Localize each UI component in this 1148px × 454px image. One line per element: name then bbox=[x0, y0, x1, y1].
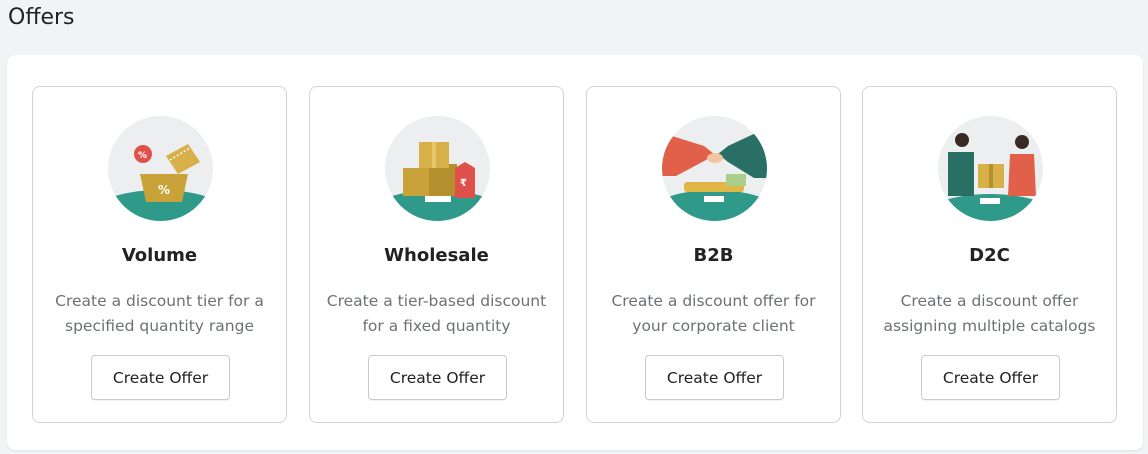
card-description-line: Create a discount offer bbox=[900, 292, 1079, 310]
offers-panel: % % Volume Create a discount tier for a … bbox=[7, 55, 1143, 450]
create-offer-button-volume[interactable]: Create Offer bbox=[91, 355, 230, 400]
card-description-line: Create a tier-based discount bbox=[326, 292, 547, 310]
card-description: Create a discount offer assigning multip… bbox=[877, 289, 1102, 339]
card-description-line: assigning multiple catalogs bbox=[883, 317, 1096, 335]
d2c-illustration-icon bbox=[938, 116, 1043, 221]
card-title: Wholesale bbox=[384, 245, 489, 266]
offer-card-d2c: D2C Create a discount offer assigning mu… bbox=[862, 86, 1117, 423]
offer-card-b2b: B2B Create a discount offer for your cor… bbox=[586, 86, 841, 423]
page-title: Offers bbox=[8, 5, 75, 30]
create-offer-button-d2c[interactable]: Create Offer bbox=[921, 355, 1060, 400]
offer-card-wholesale: ₹ Wholesale Create a tier-based discount… bbox=[309, 86, 564, 423]
create-offer-button-wholesale[interactable]: Create Offer bbox=[368, 355, 507, 400]
create-offer-button-b2b[interactable]: Create Offer bbox=[645, 355, 784, 400]
card-description-line: your corporate client bbox=[632, 317, 795, 335]
card-description: Create a tier-based discount for a fixed… bbox=[324, 289, 549, 339]
svg-text:₹: ₹ bbox=[460, 178, 467, 189]
card-description-line: Create a discount tier for a bbox=[55, 292, 264, 310]
card-description-line: for a fixed quantity bbox=[362, 317, 511, 335]
card-title: B2B bbox=[693, 245, 734, 266]
svg-text:%: % bbox=[138, 151, 147, 161]
card-description: Create a discount offer for your corpora… bbox=[601, 289, 826, 339]
card-description-line: specified quantity range bbox=[65, 317, 254, 335]
volume-illustration-icon: % % bbox=[108, 116, 213, 221]
card-title: D2C bbox=[969, 245, 1010, 266]
card-title: Volume bbox=[121, 245, 198, 266]
card-description: Create a discount tier for a specified q… bbox=[47, 289, 272, 339]
card-description-line: Create a discount offer for bbox=[611, 292, 816, 310]
wholesale-illustration-icon: ₹ bbox=[385, 116, 490, 221]
offer-card-volume: % % Volume Create a discount tier for a … bbox=[32, 86, 287, 423]
b2b-illustration-icon bbox=[662, 116, 767, 221]
svg-text:%: % bbox=[158, 183, 170, 197]
